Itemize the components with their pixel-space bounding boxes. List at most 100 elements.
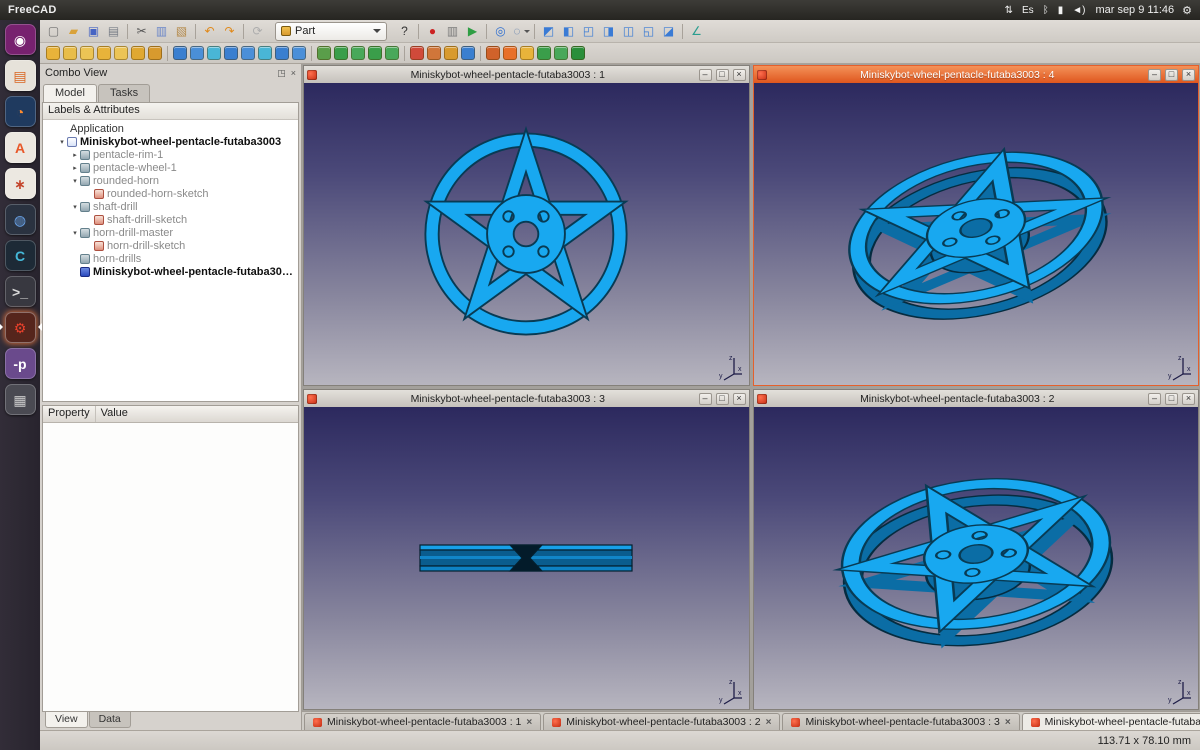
- document-tab-2[interactable]: Miniskybot-wheel-pentacle-futaba3003 : 2…: [543, 713, 780, 730]
- launcher-terminal[interactable]: >_: [5, 276, 36, 307]
- close-tab-icon[interactable]: ×: [526, 717, 532, 728]
- part-compound-button[interactable]: [317, 46, 331, 60]
- tab-view[interactable]: View: [45, 712, 88, 728]
- tree-item-rounded-horn[interactable]: ▾ rounded-horn: [43, 174, 298, 187]
- bluetooth-indicator-icon[interactable]: ᛒ: [1043, 5, 1049, 16]
- part-chamfer-button[interactable]: [241, 46, 255, 60]
- tree-item-application[interactable]: Application: [43, 122, 298, 135]
- close-panel-icon[interactable]: ×: [291, 68, 296, 78]
- redo-button[interactable]: ↷: [220, 23, 239, 40]
- network-indicator-icon[interactable]: ⇅: [1005, 5, 1013, 16]
- part-extrude-button[interactable]: [173, 46, 187, 60]
- clock[interactable]: mar sep 9 11:46: [1095, 4, 1174, 16]
- keyboard-layout-indicator[interactable]: Es: [1022, 5, 1034, 16]
- part-loft-button[interactable]: [275, 46, 289, 60]
- part-section-button[interactable]: [410, 46, 424, 60]
- tree-item-miniskybot-final[interactable]: Miniskybot-wheel-pentacle-futaba3003-fin…: [43, 265, 298, 278]
- launcher-printrun[interactable]: -p: [5, 348, 36, 379]
- tree-item-rounded-horn-sketch[interactable]: rounded-horn-sketch: [43, 187, 298, 200]
- part-ruled-surface-button[interactable]: [258, 46, 272, 60]
- draw-style-button[interactable]: ◌: [511, 23, 530, 40]
- close-button[interactable]: ×: [733, 393, 746, 405]
- 3d-viewport[interactable]: zxy: [304, 407, 749, 709]
- window-title-bar[interactable]: Miniskybot-wheel-pentacle-futaba3003 : 2…: [754, 390, 1199, 407]
- restore-button[interactable]: □: [716, 393, 729, 405]
- launcher-firefox[interactable]: ◔: [5, 96, 36, 127]
- wheel-front-view[interactable]: [414, 122, 638, 346]
- copy-button[interactable]: ▥: [152, 23, 171, 40]
- window-title-bar[interactable]: Miniskybot-wheel-pentacle-futaba3003 : 1…: [304, 66, 749, 83]
- part-intersection-button[interactable]: [385, 46, 399, 60]
- 3d-viewport[interactable]: zxy: [304, 83, 749, 385]
- tree-expander-icon[interactable]: ▾: [70, 203, 80, 211]
- minimize-button[interactable]: –: [1148, 393, 1161, 405]
- part-sweep-button[interactable]: [292, 46, 306, 60]
- launcher-software-center[interactable]: ∗: [5, 168, 36, 199]
- viewport-window-1[interactable]: Miniskybot-wheel-pentacle-futaba3003 : 1…: [303, 65, 750, 386]
- part-cross-sections-button[interactable]: [427, 46, 441, 60]
- tree-item-shaft-drill[interactable]: ▾ shaft-drill: [43, 200, 298, 213]
- macro-play-button[interactable]: ▶: [463, 23, 482, 40]
- fit-all-button[interactable]: ◎: [491, 23, 510, 40]
- part-sphere-button[interactable]: [80, 46, 94, 60]
- part-union-button[interactable]: [368, 46, 382, 60]
- view-top-button[interactable]: ◰: [579, 23, 598, 40]
- undo-button[interactable]: ↶: [200, 23, 219, 40]
- restore-button[interactable]: □: [716, 69, 729, 81]
- minimize-button[interactable]: –: [699, 69, 712, 81]
- battery-indicator-icon[interactable]: ▮: [1058, 5, 1064, 16]
- close-tab-icon[interactable]: ×: [1005, 717, 1011, 728]
- tree-item-horn-drill-master[interactable]: ▾ horn-drill-master: [43, 226, 298, 239]
- part-migrate-button[interactable]: [486, 46, 500, 60]
- save-file-button[interactable]: ▣: [84, 23, 103, 40]
- view-left-button[interactable]: ◪: [659, 23, 678, 40]
- window-title-bar[interactable]: Miniskybot-wheel-pentacle-futaba3003 : 4…: [754, 66, 1199, 83]
- part-thickness-button[interactable]: [461, 46, 475, 60]
- document-tab-1[interactable]: Miniskybot-wheel-pentacle-futaba3003 : 1…: [304, 713, 541, 730]
- whats-this-button[interactable]: ?: [395, 23, 414, 40]
- property-table-body[interactable]: [43, 423, 298, 711]
- tree-item-shaft-drill-sketch[interactable]: shaft-drill-sketch: [43, 213, 298, 226]
- view-front-button[interactable]: ◧: [559, 23, 578, 40]
- launcher-software-a[interactable]: A: [5, 132, 36, 163]
- view-right-button[interactable]: ◨: [599, 23, 618, 40]
- tab-tasks[interactable]: Tasks: [98, 84, 150, 102]
- close-button[interactable]: ×: [733, 69, 746, 81]
- part-mirror-button[interactable]: [207, 46, 221, 60]
- tree-item-miniskybot-wheel-pentacle-futaba3003[interactable]: ▾ Miniskybot-wheel-pentacle-futaba3003: [43, 135, 298, 148]
- volume-indicator-icon[interactable]: ◄): [1072, 5, 1085, 16]
- workbench-selector[interactable]: Part: [275, 22, 387, 41]
- part-fillet-button[interactable]: [224, 46, 238, 60]
- minimize-button[interactable]: –: [1148, 69, 1161, 81]
- minimize-button[interactable]: –: [699, 393, 712, 405]
- tree-expander-icon[interactable]: ▾: [70, 177, 80, 185]
- tree-expander-icon[interactable]: ▾: [57, 138, 67, 146]
- launcher-file-manager[interactable]: ▤: [5, 60, 36, 91]
- 3d-viewport[interactable]: zxy: [754, 407, 1199, 709]
- part-box-button[interactable]: [46, 46, 60, 60]
- tree-expander-icon[interactable]: ▸: [70, 151, 80, 159]
- part-cone-button[interactable]: [97, 46, 111, 60]
- launcher-freecad[interactable]: ⚙: [5, 312, 36, 343]
- part-points-button[interactable]: [554, 46, 568, 60]
- part-revolve-button[interactable]: [190, 46, 204, 60]
- wheel-side-view[interactable]: [413, 538, 639, 578]
- open-file-button[interactable]: ▰: [64, 23, 83, 40]
- macro-dialog-button[interactable]: ▥: [443, 23, 462, 40]
- restore-button[interactable]: □: [1165, 69, 1178, 81]
- macro-record-button[interactable]: ●: [423, 23, 442, 40]
- new-file-button[interactable]: ▢: [44, 23, 63, 40]
- tab-model[interactable]: Model: [43, 84, 97, 102]
- wheel-isometric-view[interactable]: [801, 441, 1151, 676]
- launcher-cura[interactable]: C: [5, 240, 36, 271]
- tree-item-horn-drill-sketch[interactable]: horn-drill-sketch: [43, 239, 298, 252]
- part-offset-button[interactable]: [444, 46, 458, 60]
- viewport-window-4[interactable]: Miniskybot-wheel-pentacle-futaba3003 : 4…: [753, 65, 1200, 386]
- viewport-window-2[interactable]: Miniskybot-wheel-pentacle-futaba3003 : 2…: [753, 389, 1200, 710]
- part-involute-gear-button[interactable]: [520, 46, 534, 60]
- part-cut-button[interactable]: [351, 46, 365, 60]
- view-isometric-button[interactable]: ◩: [539, 23, 558, 40]
- launcher-workspace-switcher[interactable]: ▦: [5, 384, 36, 415]
- 3d-viewport[interactable]: zxy: [754, 83, 1199, 385]
- tree-item-pentacle-wheel-1[interactable]: ▸ pentacle-wheel-1: [43, 161, 298, 174]
